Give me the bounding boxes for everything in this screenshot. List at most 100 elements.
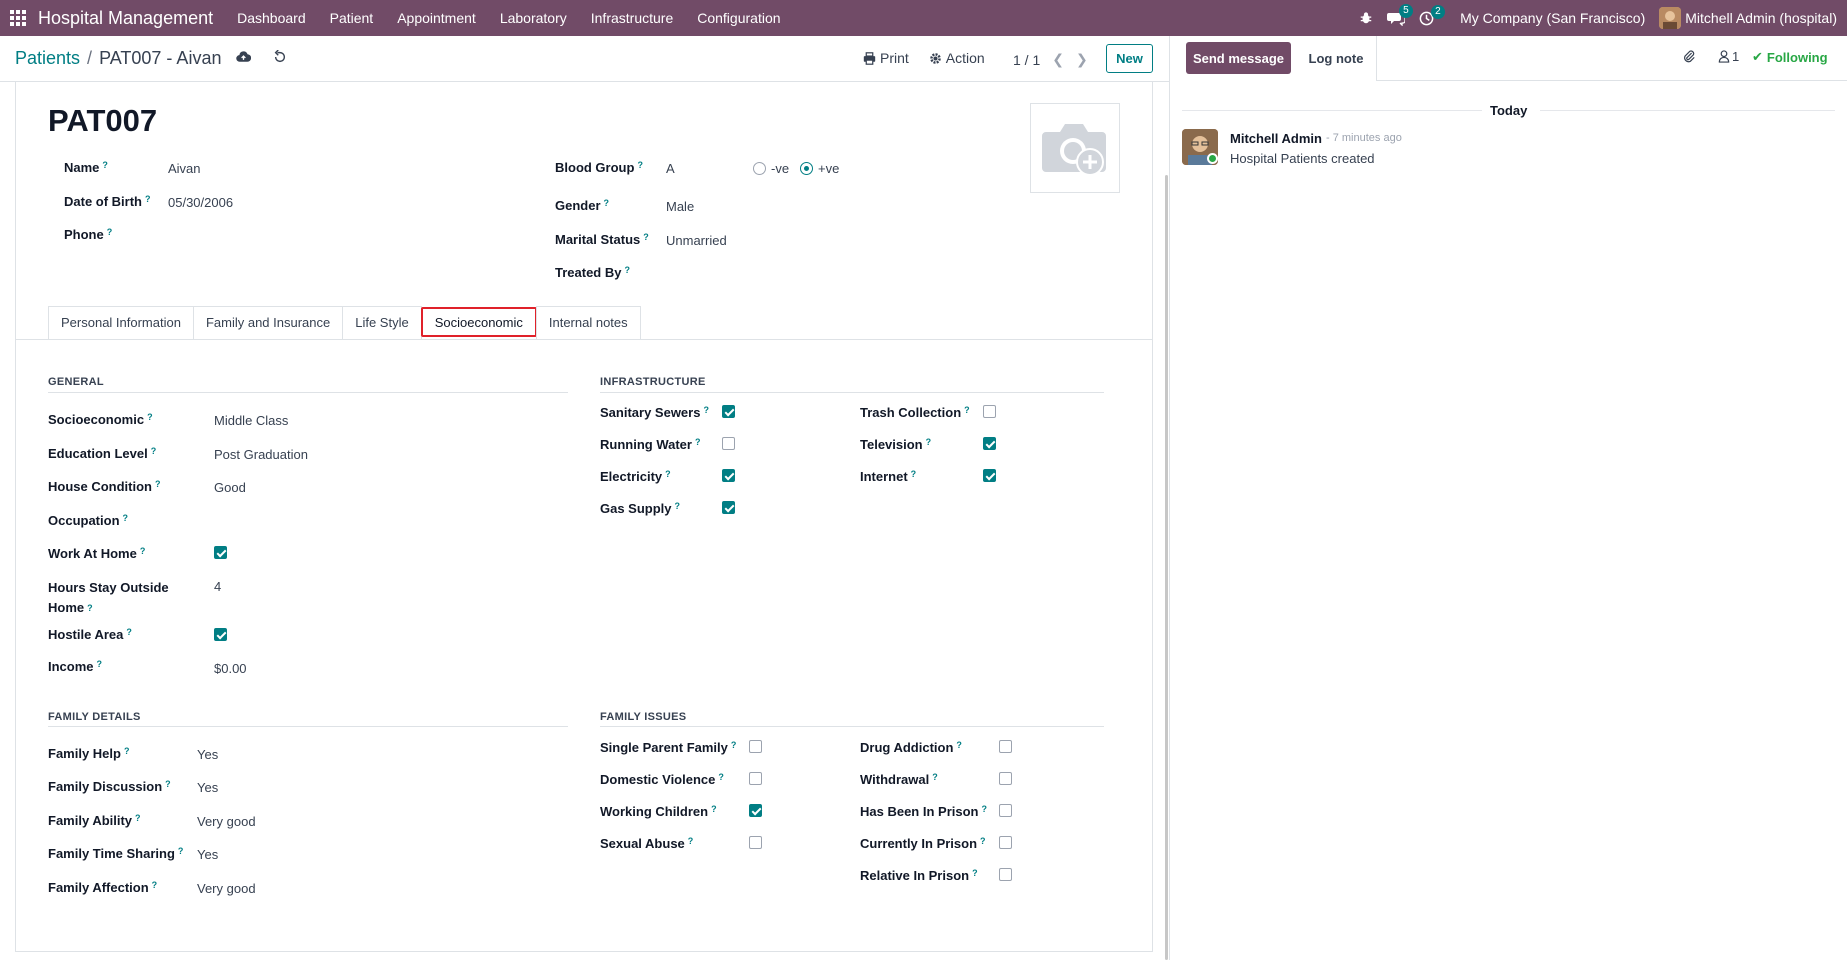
gender-field[interactable]: Male [666,199,694,214]
tab-internal-notes[interactable]: Internal notes [535,306,641,339]
menu-laboratory[interactable]: Laboratory [488,0,579,36]
trash-collection-checkbox[interactable] [983,405,996,418]
app-menu-icon[interactable] [0,0,36,36]
log-note-button[interactable]: Log note [1296,42,1376,74]
following-button[interactable]: ✔ Following [1752,49,1828,65]
send-message-button[interactable]: Send message [1186,42,1291,74]
socioeconomic-field[interactable]: Middle Class [214,413,288,428]
occupation-label: Occupation? [48,513,129,528]
user-name: Mitchell Admin (hospital) [1685,10,1837,26]
withdrawal-checkbox[interactable] [999,772,1012,785]
tab-divider [15,339,1153,340]
domestic-violence-label: Domestic Violence? [600,772,724,787]
sanitary-sewers-label: Sanitary Sewers? [600,405,709,420]
discard-undo-icon[interactable] [273,49,287,67]
hostile-area-checkbox[interactable] [214,628,227,641]
has-been-in-prison-label: Has Been In Prison? [860,804,987,819]
education-level-field[interactable]: Post Graduation [214,447,308,462]
income-field[interactable]: $0.00 [214,661,247,676]
marital-status-field[interactable]: Unmarried [666,233,727,248]
pager: 1 / 1 ❮ ❯ [1013,51,1088,68]
has-been-in-prison-checkbox[interactable] [999,804,1012,817]
save-cloud-icon[interactable] [236,50,252,67]
print-button[interactable]: Print [863,50,909,66]
tab-personal-information[interactable]: Personal Information [48,306,194,339]
action-button[interactable]: Action [929,50,985,66]
breadcrumb: Patients / PAT007 - Aivan [15,48,221,69]
infrastructure-section-title: INFRASTRUCTURE [600,376,706,388]
followers-button[interactable]: 1 [1718,49,1739,64]
pager-previous-icon[interactable]: ❮ [1052,51,1064,68]
messages-icon[interactable]: 5 [1387,4,1413,26]
new-button[interactable]: New [1106,44,1153,73]
family-discussion-field[interactable]: Yes [197,780,218,795]
internet-label: Internet? [860,469,917,484]
domestic-violence-checkbox[interactable] [749,772,762,785]
pager-next-icon[interactable]: ❯ [1076,51,1088,68]
form-scrollbar[interactable] [1165,175,1168,960]
gas-supply-checkbox[interactable] [722,501,735,514]
message-body: Hospital Patients created [1230,151,1375,166]
patient-code-title: PAT007 [48,103,158,138]
running-water-checkbox[interactable] [722,437,735,450]
menu-patient[interactable]: Patient [318,0,386,36]
family-issues-section-title: FAMILY ISSUES [600,711,687,723]
work-at-home-checkbox[interactable] [214,546,227,559]
attachment-paperclip-icon[interactable] [1682,49,1696,64]
print-icon [863,51,876,65]
hours-stay-outside-home-field[interactable]: 4 [214,579,221,594]
message-author[interactable]: Mitchell Admin [1230,131,1322,146]
work-at-home-label: Work At Home? [48,546,146,561]
top-navbar: Hospital Management Dashboard Patient Ap… [0,0,1847,36]
patient-photo-upload[interactable] [1030,103,1120,193]
company-switcher[interactable]: My Company (San Francisco) [1460,10,1645,26]
treated-by-field[interactable] [666,266,966,282]
education-level-label: Education Level? [48,446,157,461]
working-children-checkbox[interactable] [749,804,762,817]
family-affection-field[interactable]: Very good [197,881,256,896]
family-help-field[interactable]: Yes [197,747,218,762]
electricity-checkbox[interactable] [722,469,735,482]
date-separator-line-left [1182,110,1482,111]
action-label: Action [945,50,985,66]
tab-life-style[interactable]: Life Style [342,306,422,339]
sexual-abuse-checkbox[interactable] [749,836,762,849]
currently-in-prison-checkbox[interactable] [999,836,1012,849]
user-menu[interactable]: Mitchell Admin (hospital) [1659,7,1837,29]
camera-plus-icon [1042,124,1106,176]
pager-value[interactable]: 1 / 1 [1013,52,1040,68]
relative-in-prison-checkbox[interactable] [999,868,1012,881]
internet-checkbox[interactable] [983,469,996,482]
tab-family-and-insurance[interactable]: Family and Insurance [192,306,344,339]
infrastructure-section-divider [600,392,1104,393]
blood-group-field[interactable]: A [666,161,675,176]
tab-socioeconomic[interactable]: Socioeconomic [420,307,537,337]
app-title[interactable]: Hospital Management [38,8,213,29]
rh-negative-radio[interactable]: -ve [753,161,789,176]
menu-dashboard[interactable]: Dashboard [225,0,318,36]
online-status-dot [1207,153,1218,164]
house-condition-field[interactable]: Good [214,480,246,495]
control-panel: Patients / PAT007 - Aivan Print Action 1… [0,36,1169,82]
drug-addiction-checkbox[interactable] [999,740,1012,753]
sanitary-sewers-checkbox[interactable] [722,405,735,418]
menu-configuration[interactable]: Configuration [685,0,792,36]
single-parent-family-checkbox[interactable] [749,740,762,753]
name-field[interactable]: Aivan [168,161,201,176]
date-separator-line-right [1540,110,1835,111]
television-checkbox[interactable] [983,437,996,450]
date-separator: Today [1490,103,1528,118]
sexual-abuse-label: Sexual Abuse? [600,836,694,851]
phone-field[interactable] [168,228,528,244]
withdrawal-label: Withdrawal? [860,772,938,787]
rh-positive-radio[interactable]: +ve [800,161,839,176]
family-time-sharing-field[interactable]: Yes [197,847,218,862]
breadcrumb-patients-link[interactable]: Patients [15,48,80,69]
activities-clock-icon[interactable]: 2 [1419,4,1445,26]
menu-appointment[interactable]: Appointment [385,0,488,36]
family-ability-field[interactable]: Very good [197,814,256,829]
menu-infrastructure[interactable]: Infrastructure [579,0,685,36]
occupation-field[interactable] [214,514,554,530]
debug-bug-icon[interactable] [1359,11,1373,25]
date-of-birth-field[interactable]: 05/30/2006 [168,195,233,210]
